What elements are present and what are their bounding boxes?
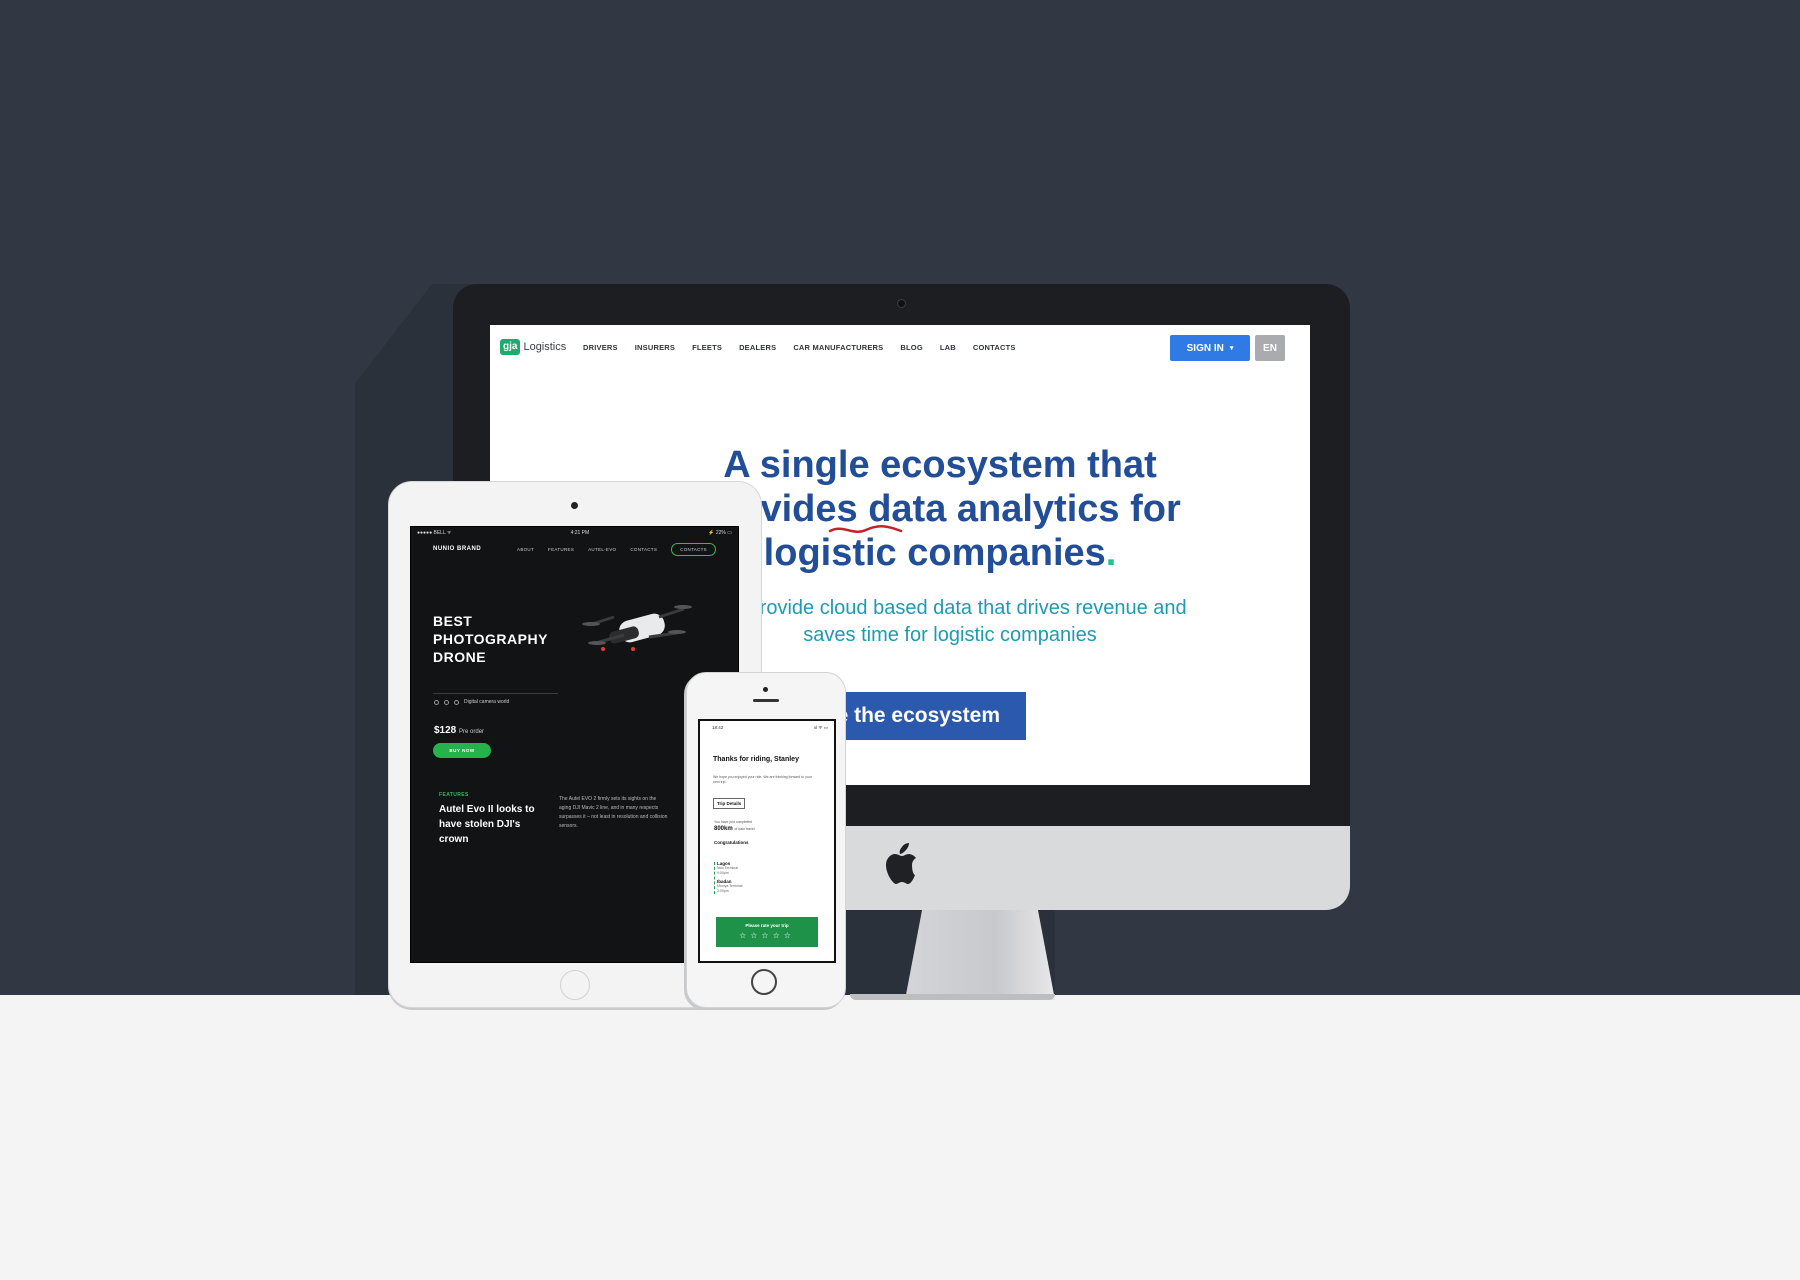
drone-price: $128 Pre order <box>434 725 484 736</box>
trip-details-button[interactable]: Trip Details <box>713 798 746 809</box>
floor-surface <box>0 995 1800 1280</box>
drone-site-nav: NUNIO BRAND ABOUT FEATURES AUTEL-EVO CON… <box>433 541 716 557</box>
buy-now-button[interactable]: BUY NOW <box>433 743 491 758</box>
iphone-screen: 18:42 ııl ᯤ ▭ Thanks for riding, Stanley… <box>698 719 836 963</box>
site-nav: DRIVERS INSURERS FLEETS DEALERS CAR MANU… <box>583 343 1016 352</box>
drone-nav-contacts[interactable]: CONTACTS <box>630 547 657 552</box>
ipad-battery: ⚡ 22% ▭ <box>708 530 732 536</box>
iphone-time: 18:42 <box>712 725 724 730</box>
features-tag: FEATURES <box>439 792 469 798</box>
distance-value: 800km <box>714 826 733 832</box>
route-stop-origin: Lagos Iddo Terminal 9:00pm <box>717 861 738 876</box>
hero-title-dot: . <box>1105 532 1117 574</box>
feature-body: The Autel EVO 2 firmly sets its sights o… <box>559 796 668 829</box>
drone-nav-about[interactable]: ABOUT <box>517 547 534 552</box>
congratulations-label: Congratulations <box>714 840 749 845</box>
iphone-camera <box>763 687 768 692</box>
ipad-time: 4:21 PM <box>570 530 590 536</box>
slider-dot[interactable] <box>434 699 439 705</box>
completed-text: You have just completed <box>714 820 753 824</box>
nav-item-insurers[interactable]: INSURERS <box>635 343 675 352</box>
iphone-status-bar: 18:42 ııl ᯤ ▭ <box>712 725 828 731</box>
nav-item-blog[interactable]: BLOG <box>900 343 922 352</box>
slider-dot[interactable] <box>444 699 449 705</box>
imac-stand-foot <box>850 994 1055 1000</box>
drone-nav-links: ABOUT FEATURES AUTEL-EVO CONTACTS CONTAC… <box>517 542 716 556</box>
rate-trip-panel: Please rate your trip ☆☆☆☆☆ <box>716 917 818 947</box>
route-stop-destination: Ibadan Moniya Terminal 3:00pm <box>717 879 742 894</box>
nav-item-drivers[interactable]: DRIVERS <box>583 343 618 352</box>
iphone-mockup: 18:42 ııl ᯤ ▭ Thanks for riding, Stanley… <box>686 672 846 1008</box>
drone-nav-autel-evo[interactable]: AUTEL-EVO <box>588 547 616 552</box>
ipad-status-bar: ●●●●● BELL ᯤ 4:21 PM ⚡ 22% ▭ <box>417 530 732 538</box>
drone-hero-title: BEST PHOTOGRAPHY DRONE <box>433 613 548 665</box>
ipad-home-button <box>560 970 590 1000</box>
price-value: $128 <box>434 725 457 736</box>
ride-note: We hope you enjoyed your ride. We are th… <box>713 775 812 784</box>
drone-image <box>582 605 692 651</box>
hero-subtitle: We provide cloud based data that drives … <box>713 597 1187 646</box>
drone-nav-features[interactable]: FEATURES <box>548 547 574 552</box>
distance-readout: 800km of train travel <box>714 826 755 832</box>
logo-mark: gja <box>500 339 521 355</box>
star-rating-icon[interactable]: ☆☆☆☆☆ <box>716 931 818 940</box>
signal-icon: ııl ᯤ ▭ <box>813 725 828 730</box>
site-header: gja Logistics DRIVERS INSURERS FLEETS DE… <box>490 325 1310 373</box>
logo-text: Logistics <box>523 341 567 353</box>
feature-title: Autel Evo II looks to have stolen DJI's … <box>439 804 535 845</box>
nav-item-dealers[interactable]: DEALERS <box>739 343 776 352</box>
drone-contacts-button[interactable]: CONTACTS <box>671 542 716 556</box>
nav-item-contacts[interactable]: CONTACTS <box>973 343 1016 352</box>
apple-logo-icon <box>878 840 920 886</box>
distance-note: of train travel <box>734 827 755 831</box>
iphone-speaker <box>753 699 779 702</box>
drone-tagline: Digital camera world <box>464 699 510 705</box>
language-button[interactable]: EN <box>1255 335 1285 361</box>
stop-time: 3:00pm <box>717 889 729 893</box>
imac-stand <box>905 905 1055 1000</box>
ride-thanks-title: Thanks for riding, Stanley <box>713 756 799 763</box>
slider-dot[interactable] <box>454 699 459 705</box>
drone-divider <box>433 693 558 694</box>
stop-time: 9:00pm <box>717 871 729 875</box>
chevron-down-icon: ▾ <box>1229 345 1234 352</box>
nav-item-fleets[interactable]: FLEETS <box>692 343 722 352</box>
underline-squiggle <box>828 525 903 533</box>
ipad-camera <box>571 502 578 509</box>
imac-camera <box>897 299 906 308</box>
nav-item-lab[interactable]: LAB <box>940 343 956 352</box>
sign-in-label: SIGN IN <box>1186 342 1224 354</box>
nav-item-car-manufacturers[interactable]: CAR MANUFACTURERS <box>793 343 883 352</box>
rate-trip-label: Please rate your trip <box>745 923 789 928</box>
drone-brand[interactable]: NUNIO BRAND <box>433 546 481 552</box>
sign-in-button[interactable]: SIGN IN ▾ <box>1170 335 1250 361</box>
iphone-home-button <box>751 969 777 995</box>
price-note: Pre order <box>459 729 485 735</box>
ipad-carrier: ●●●●● BELL ᯤ <box>417 530 452 536</box>
site-logo[interactable]: gja Logistics <box>500 339 566 355</box>
drone-slider-dots: Digital camera world <box>434 699 509 705</box>
